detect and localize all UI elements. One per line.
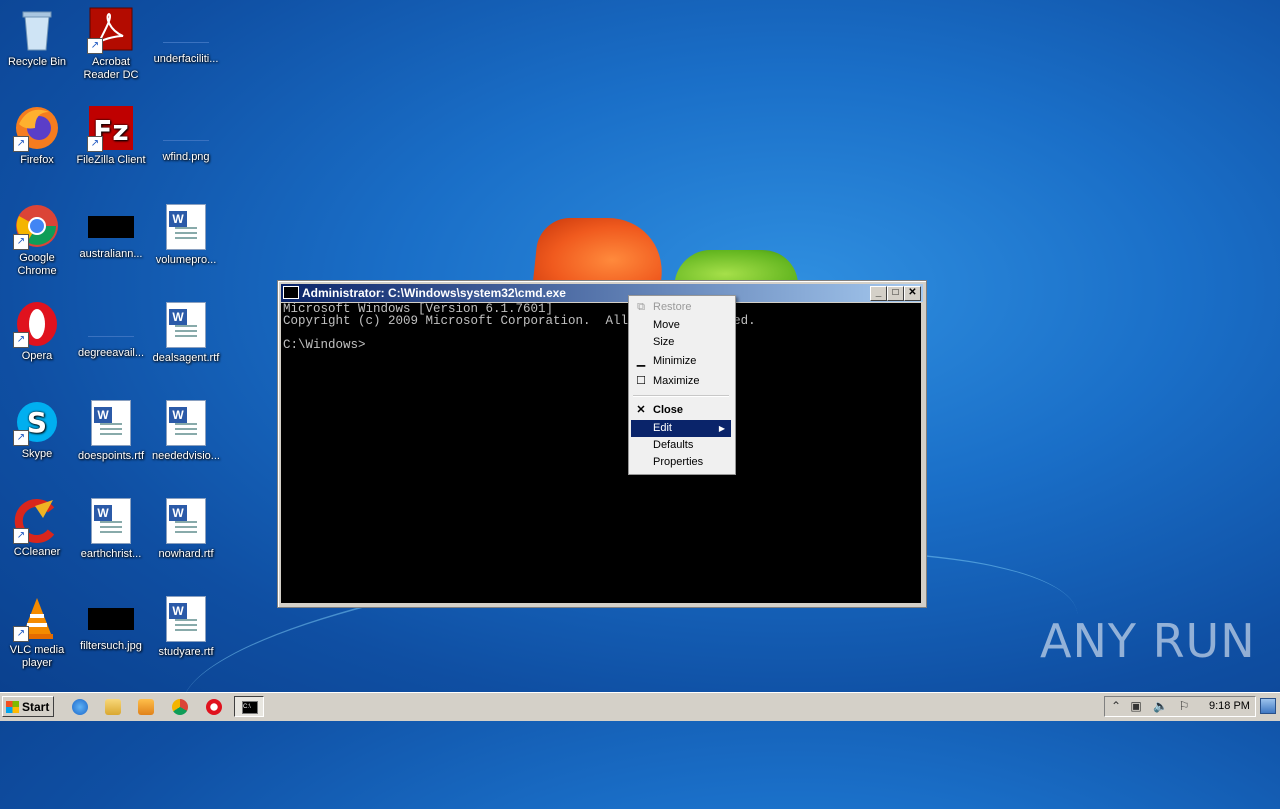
desktop-icon-nowhard[interactable]: W nowhard.rtf <box>149 496 223 561</box>
maximize-button[interactable]: □ <box>887 286 904 301</box>
cmd-window-icon[interactable] <box>283 286 299 299</box>
console-output[interactable]: Microsoft Windows [Version 6.1.7601] Cop… <box>281 303 921 603</box>
desktop-icon-vlc[interactable]: ↗ VLC media player <box>0 594 74 670</box>
desktop-icon-skype[interactable]: S ↗ Skype <box>0 398 74 461</box>
system-tray: ⌃ ▣ 🔈 ⚐ 9:18 PM <box>1104 696 1256 717</box>
desktop-icon-dealsagent[interactable]: W dealsagent.rtf <box>149 300 223 365</box>
image-thumbnail <box>88 216 134 238</box>
close-x-icon: ✕ <box>636 404 646 416</box>
image-thumbnail <box>163 118 209 141</box>
desktop-icon-acrobat-reader[interactable]: ↗ Acrobat Reader DC <box>74 6 148 82</box>
desktop-icon-volumepro[interactable]: W volumepro... <box>149 202 223 267</box>
firefox-icon: ↗ <box>13 104 61 152</box>
chrome-icon: ↗ <box>13 202 61 250</box>
menu-item-edit[interactable]: Edit ▶ <box>631 420 731 437</box>
internet-explorer-icon[interactable] <box>72 699 88 715</box>
image-thumbnail <box>88 608 134 630</box>
cmd-window[interactable]: Administrator: C:\Windows\system32\cmd.e… <box>277 280 927 608</box>
volume-icon[interactable]: 🔈 <box>1153 700 1168 713</box>
minimize-icon: ▁ <box>636 355 646 367</box>
cmd-window-title: Administrator: C:\Windows\system32\cmd.e… <box>302 286 566 300</box>
word-document-icon: W <box>91 400 131 446</box>
close-button[interactable]: ✕ <box>904 286 921 301</box>
clock[interactable]: 9:18 PM <box>1209 697 1250 716</box>
minimize-button[interactable]: _ <box>870 286 887 301</box>
file-thumbnail <box>88 314 134 337</box>
word-document-icon: W <box>166 204 206 250</box>
chrome-taskbar-icon[interactable] <box>172 699 188 715</box>
word-document-icon: W <box>166 400 206 446</box>
menu-item-size[interactable]: Size <box>631 334 731 351</box>
recycle-bin-icon <box>13 6 61 54</box>
wallpaper-logo-red <box>532 218 668 288</box>
flag-icon[interactable]: ⚐ <box>1177 700 1191 713</box>
taskbar: Start C:\ ⌃ ▣ 🔈 ⚐ 9:18 PM <box>0 692 1280 721</box>
desktop-icon-wfind[interactable]: wfind.png <box>149 104 223 164</box>
acrobat-icon: ↗ <box>87 6 135 54</box>
menu-item-close[interactable]: ✕ Close <box>631 402 731 419</box>
file-explorer-icon[interactable] <box>105 699 121 715</box>
word-document-icon: W <box>166 596 206 642</box>
menu-item-properties[interactable]: Properties <box>631 454 731 471</box>
start-button[interactable]: Start <box>2 696 54 717</box>
system-context-menu: ⧉ Restore Move Size ▁ Minimize ☐ Maximiz… <box>628 295 736 475</box>
windows-flag-icon <box>6 701 19 713</box>
desktop-icon-opera[interactable]: ↗ Opera <box>0 300 74 363</box>
word-document-icon: W <box>166 302 206 348</box>
desktop-icon-doespoints[interactable]: W doespoints.rtf <box>74 398 148 463</box>
opera-icon: ↗ <box>13 300 61 348</box>
action-center-icon[interactable]: ▣ <box>1129 700 1143 713</box>
word-document-icon: W <box>91 498 131 544</box>
menu-item-restore[interactable]: ⧉ Restore <box>631 299 731 316</box>
console-line: Copyright (c) 2009 Microsoft Corporation… <box>283 314 756 328</box>
menu-item-defaults[interactable]: Defaults <box>631 437 731 454</box>
menu-separator <box>633 395 729 397</box>
anyrun-watermark: ANY RUN <box>1040 614 1256 668</box>
show-hidden-icons-icon[interactable]: ⌃ <box>1109 700 1123 713</box>
desktop-icon-neededvisio[interactable]: W neededvisio... <box>149 398 223 463</box>
cmd-taskbar-icon: C:\ <box>242 701 258 714</box>
taskbar-cmd-button[interactable]: C:\ <box>234 696 264 717</box>
desktop-icon-degreeavail[interactable]: degreeavail... <box>74 300 148 360</box>
shortcut-arrow-icon: ↗ <box>13 430 29 446</box>
desktop-icon-google-chrome[interactable]: ↗ Google Chrome <box>0 202 74 278</box>
filezilla-icon: Fz ↗ <box>87 104 135 152</box>
maximize-icon: ☐ <box>636 375 646 387</box>
media-player-icon[interactable] <box>138 699 154 715</box>
menu-item-move[interactable]: Move <box>631 317 731 334</box>
desktop-icon-recycle-bin[interactable]: Recycle Bin <box>0 6 74 69</box>
submenu-arrow-icon: ▶ <box>718 424 725 433</box>
cmd-titlebar[interactable]: Administrator: C:\Windows\system32\cmd.e… <box>281 284 923 302</box>
desktop-icon-ccleaner[interactable]: ↗ CCleaner <box>0 496 74 559</box>
file-thumbnail <box>163 20 209 43</box>
skype-icon: S ↗ <box>13 398 61 446</box>
menu-item-maximize[interactable]: ☐ Maximize <box>631 373 731 390</box>
opera-taskbar-icon[interactable] <box>206 699 222 715</box>
vlc-cone-icon: ↗ <box>13 594 61 642</box>
shortcut-arrow-icon: ↗ <box>87 38 103 54</box>
ccleaner-icon: ↗ <box>13 496 61 544</box>
desktop-icon-underfaciliti[interactable]: underfaciliti... <box>149 6 223 66</box>
svg-text:S: S <box>27 406 47 439</box>
word-document-icon: W <box>166 498 206 544</box>
shortcut-arrow-icon: ↗ <box>13 332 29 348</box>
shortcut-arrow-icon: ↗ <box>87 136 103 152</box>
shortcut-arrow-icon: ↗ <box>13 234 29 250</box>
desktop-icon-filtersuch[interactable]: filtersuch.jpg <box>74 594 148 653</box>
restore-icon: ⧉ <box>637 301 645 313</box>
desktop-icon-australiann[interactable]: australiann... <box>74 202 148 261</box>
show-desktop-button[interactable] <box>1260 698 1276 714</box>
desktop-icon-filezilla[interactable]: Fz ↗ FileZilla Client <box>74 104 148 167</box>
desktop-icon-studyare[interactable]: W studyare.rtf <box>149 594 223 659</box>
desktop-icon-firefox[interactable]: ↗ Firefox <box>0 104 74 167</box>
desktop-icon-earthchrist[interactable]: W earthchrist... <box>74 496 148 561</box>
console-prompt: C:\Windows> <box>283 338 366 352</box>
shortcut-arrow-icon: ↗ <box>13 626 29 642</box>
shortcut-arrow-icon: ↗ <box>13 136 29 152</box>
shortcut-arrow-icon: ↗ <box>13 528 29 544</box>
menu-item-minimize[interactable]: ▁ Minimize <box>631 353 731 370</box>
